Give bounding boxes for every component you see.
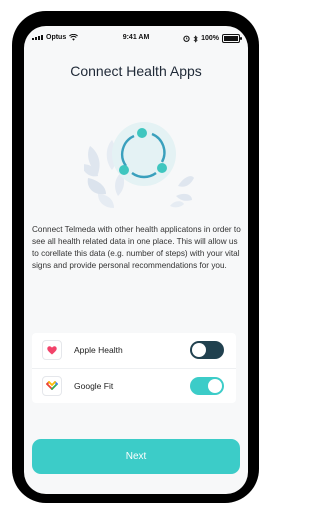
battery-percent: 100% [201, 35, 219, 42]
connect-illustration [84, 122, 194, 208]
apple-health-toggle[interactable] [190, 341, 224, 359]
app-row-google-fit[interactable]: Google Fit [32, 369, 236, 403]
health-apps-card: Apple Health Google Fit [32, 333, 236, 403]
next-button[interactable]: Next [32, 439, 240, 474]
bluetooth-icon [193, 34, 198, 43]
battery-icon [222, 34, 242, 43]
status-bar: Optus 9:41 AM 100% [24, 26, 248, 48]
google-fit-icon [42, 376, 62, 396]
alarm-icon [183, 35, 190, 42]
app-name-google-fit: Google Fit [74, 381, 114, 391]
app-name-apple-health: Apple Health [74, 345, 123, 355]
app-screen: Optus 9:41 AM 100% Connect Health Apps C… [24, 26, 248, 494]
status-right: 100% [183, 34, 242, 43]
app-row-apple-health[interactable]: Apple Health [32, 333, 236, 367]
heart-icon [42, 340, 62, 360]
google-fit-toggle[interactable] [190, 377, 224, 395]
page-title: Connect Health Apps [70, 63, 202, 79]
description-text: Connect Telmeda with other health applic… [32, 225, 241, 270]
